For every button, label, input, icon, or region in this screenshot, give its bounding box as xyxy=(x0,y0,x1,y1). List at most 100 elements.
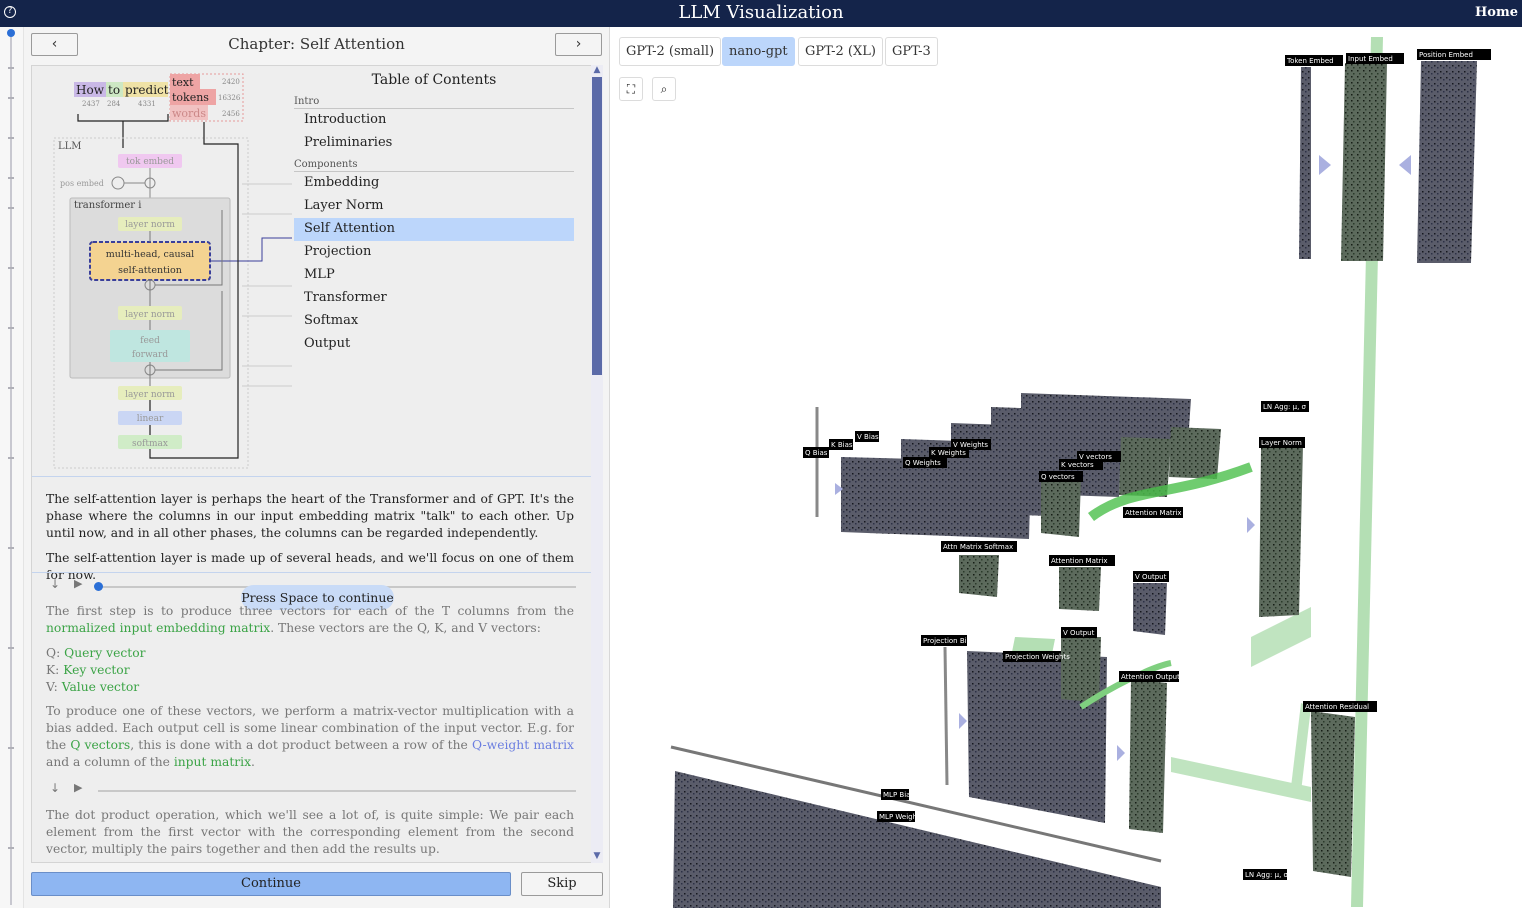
rail-tick[interactable] xyxy=(8,387,14,389)
query-vector-link[interactable]: Query vector xyxy=(64,646,145,660)
step-player: ↓ ▶ xyxy=(46,781,576,801)
rail-tick[interactable] xyxy=(8,847,14,849)
play-icon[interactable]: ▶ xyxy=(74,781,82,794)
magnify-icon: ⌕ xyxy=(660,82,668,96)
continue-button[interactable]: Continue xyxy=(31,872,511,896)
progress-rail[interactable] xyxy=(0,27,24,908)
v-output-block[interactable] xyxy=(1133,583,1167,635)
rail-tick[interactable] xyxy=(8,97,14,99)
arrow-down-icon[interactable]: ↓ xyxy=(50,577,60,591)
toc-item-softmax[interactable]: Softmax xyxy=(294,310,574,333)
play-icon[interactable]: ▶ xyxy=(74,577,82,590)
toc-item-introduction[interactable]: Introduction xyxy=(294,109,574,132)
tok-embed-label: tok embed xyxy=(126,157,174,167)
toc-item-self-attention[interactable]: Self Attention xyxy=(294,218,574,241)
step1-text: . These vectors are the Q, K, and V vect… xyxy=(270,621,541,635)
label-projection-bias: Projection Bias xyxy=(923,637,975,645)
label-mlp-weights: MLP Weights xyxy=(879,813,924,821)
model-gpt3-button[interactable]: GPT-3 xyxy=(885,37,938,66)
toc-item-layer-norm[interactable]: Layer Norm xyxy=(294,195,574,218)
value-vector-link[interactable]: Value vector xyxy=(62,680,139,694)
search-button[interactable]: ⌕ xyxy=(652,77,676,101)
toc-item-transformer[interactable]: Transformer xyxy=(294,287,574,310)
q-weight-matrix-link[interactable]: Q-weight matrix xyxy=(472,738,574,752)
feed-forward-label-2: forward xyxy=(132,350,168,360)
q-vectors-link[interactable]: Q vectors xyxy=(70,738,130,752)
projection-bias-bar xyxy=(943,646,949,786)
residual-flow xyxy=(1291,703,1311,792)
toc-item-output[interactable]: Output xyxy=(294,333,574,356)
token-id: 4331 xyxy=(138,100,156,108)
transformer-label: transformer i xyxy=(74,200,141,211)
attn-softmax-block[interactable] xyxy=(959,555,999,597)
scroll-down-icon[interactable]: ▼ xyxy=(592,851,602,861)
layer-norm-label: layer norm xyxy=(125,310,175,320)
toc-item-embedding[interactable]: Embedding xyxy=(294,172,574,195)
rail-tick[interactable] xyxy=(8,267,14,269)
rail-tick[interactable] xyxy=(8,747,14,749)
label-ln-agg: LN Agg: μ, σ xyxy=(1245,871,1289,879)
step-progress-track[interactable] xyxy=(98,790,576,792)
visualization-panel[interactable]: Token Embed Input Embed Position Embed L… xyxy=(611,27,1522,908)
attention-matrix-block[interactable] xyxy=(1059,567,1101,611)
output-id: 16326 xyxy=(218,94,241,102)
fullscreen-button[interactable]: ⛶ xyxy=(619,77,643,101)
prev-chapter-button[interactable]: ‹ xyxy=(31,33,78,56)
v-output-column[interactable] xyxy=(1061,637,1101,703)
arrow-down-icon[interactable]: ↓ xyxy=(50,781,60,795)
model-nano-gpt-button[interactable]: nano-gpt xyxy=(722,37,795,66)
section-divider xyxy=(32,476,602,477)
linear-label: linear xyxy=(137,414,164,424)
attention-output-column[interactable] xyxy=(1129,679,1167,833)
section-divider xyxy=(32,572,602,573)
step3-paragraph: The dot product operation, which we'll s… xyxy=(46,808,574,856)
input-matrix-link[interactable]: input matrix xyxy=(174,755,251,769)
step2-paragraph: To produce one of these vectors, we perf… xyxy=(46,703,574,771)
step2-text: . xyxy=(251,755,255,769)
layer-norm-label: layer norm xyxy=(125,220,175,230)
rail-tick[interactable] xyxy=(8,647,14,649)
label-mlp-bias: MLP Bias xyxy=(883,791,914,799)
rail-tick[interactable] xyxy=(8,547,14,549)
normalized-input-link[interactable]: normalized input embedding matrix xyxy=(46,621,270,635)
next-chapter-button[interactable]: › xyxy=(555,33,602,56)
rail-tick[interactable] xyxy=(8,457,14,459)
rail-tick[interactable] xyxy=(8,177,14,179)
walkthrough-content[interactable]: How to predict 2437 284 4331 text tokens… xyxy=(31,65,603,863)
v-vectors-block[interactable] xyxy=(1169,427,1221,479)
toc-title: Table of Contents xyxy=(371,72,497,88)
scrollbar-thumb[interactable] xyxy=(592,77,602,375)
toc-item-preliminaries[interactable]: Preliminaries xyxy=(294,132,574,155)
rail-tick[interactable] xyxy=(8,137,14,139)
q-vectors-block[interactable] xyxy=(1041,479,1081,537)
toc-item-projection[interactable]: Projection xyxy=(294,241,574,264)
skip-button[interactable]: Skip xyxy=(521,872,603,896)
softmax-label: softmax xyxy=(132,439,168,449)
llm-3d-scene[interactable]: Token Embed Input Embed Position Embed L… xyxy=(611,27,1522,908)
toc-section-intro: Intro xyxy=(294,96,574,109)
toc-item-mlp[interactable]: MLP xyxy=(294,264,574,287)
label-q-bias: Q Bias xyxy=(805,449,828,457)
input-embed-matrix[interactable] xyxy=(1341,63,1387,261)
position-embed-matrix[interactable] xyxy=(1417,61,1477,263)
content-scrollbar[interactable]: ▲ ▼ xyxy=(591,65,603,863)
attention-residual-column[interactable] xyxy=(1311,711,1355,877)
label-v-bias: V Bias xyxy=(857,433,879,441)
home-link[interactable]: Home xyxy=(1475,5,1518,20)
key-vector-link[interactable]: Key vector xyxy=(63,663,129,677)
model-gpt2-xl-button[interactable]: GPT-2 (XL) xyxy=(798,37,883,66)
chevron-right-icon: › xyxy=(575,36,582,52)
rail-tick[interactable] xyxy=(8,67,14,69)
progress-rail-marker[interactable] xyxy=(7,29,15,37)
rail-tick[interactable] xyxy=(8,327,14,329)
q-prefix: Q: xyxy=(46,646,65,660)
feed-forward-label-1: feed xyxy=(140,336,160,346)
scroll-up-icon[interactable]: ▲ xyxy=(592,65,602,75)
arrow-icon xyxy=(1247,517,1255,533)
token-embed-matrix[interactable] xyxy=(1299,67,1311,259)
step-progress-knob[interactable] xyxy=(94,582,103,591)
label-v-output: V Output xyxy=(1063,629,1095,637)
model-gpt2-small-button[interactable]: GPT-2 (small) xyxy=(619,37,722,66)
rail-tick[interactable] xyxy=(8,207,14,209)
layer-norm-block[interactable] xyxy=(1259,445,1303,617)
